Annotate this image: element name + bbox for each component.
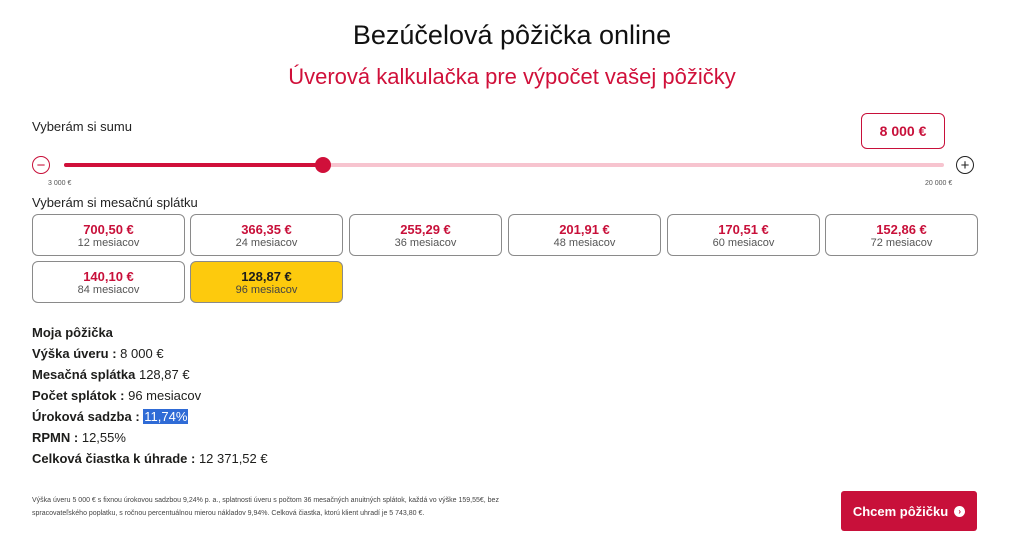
page-subtitle: Úverová kalkulačka pre výpočet vašej pôž… xyxy=(288,64,736,89)
payment-count-label: Počet splátok : xyxy=(32,388,125,403)
monthly-label: Vyberám si mesačnú splátku xyxy=(32,195,198,210)
payment-option[interactable]: 255,29 € 36 mesiacov xyxy=(349,214,502,256)
payment-option[interactable]: 700,50 € 12 mesiacov xyxy=(32,214,185,256)
chevron-right-circle-icon: › xyxy=(954,505,966,517)
payment-option[interactable]: 366,35 € 24 mesiacov xyxy=(190,214,343,256)
footnote-line: Výška úveru 5 000 € s fixnou úrokovou sa… xyxy=(32,497,499,504)
loan-amount-label: Výška úveru : xyxy=(32,346,117,361)
plus-circle-icon[interactable]: + xyxy=(956,156,974,174)
slider-fill xyxy=(64,163,323,167)
payment-months: 60 mesiacov xyxy=(712,237,775,249)
payment-amount: 170,51 € xyxy=(718,222,769,237)
total-value: 12 371,52 € xyxy=(198,451,268,466)
page-title: Bezúčelová pôžička online xyxy=(352,20,672,50)
payment-option[interactable]: 140,10 € 84 mesiacov xyxy=(32,261,185,303)
payment-amount: 366,35 € xyxy=(241,222,292,237)
monthly-payment-value: 128,87 € xyxy=(138,367,190,382)
payment-months: 96 mesiacov xyxy=(235,284,298,296)
rpmn-value: 12,55% xyxy=(81,430,126,445)
loan-amount-value: 8 000 € xyxy=(120,346,164,361)
sum-slider: − + xyxy=(32,152,978,180)
payment-amount: 128,87 € xyxy=(241,269,292,284)
minus-circle-icon[interactable]: − xyxy=(32,156,50,174)
slider-thumb[interactable] xyxy=(314,157,331,173)
apply-loan-button[interactable]: Chcem pôžičku › xyxy=(841,491,977,531)
monthly-payment-label: Mesačná splátka xyxy=(32,367,136,382)
rpmn-label: RPMN : xyxy=(32,430,79,445)
summary-heading: Moja pôžička xyxy=(32,325,113,340)
payment-months: 36 mesiacov xyxy=(394,237,457,249)
payment-months: 48 mesiacov xyxy=(553,237,616,249)
interest-rate-label: Úroková sadzba : xyxy=(32,409,140,424)
total-label: Celková čiastka k úhrade : xyxy=(32,451,196,466)
slider-min-label: 3 000 € xyxy=(48,180,72,187)
sum-label: Vyberám si sumu xyxy=(32,119,132,134)
payment-months: 84 mesiacov xyxy=(77,284,140,296)
slider-track[interactable] xyxy=(64,157,944,173)
payment-months: 72 mesiacov xyxy=(870,237,933,249)
footnote-line: spracovateľského poplatku, s ročnou perc… xyxy=(32,510,425,517)
sum-value-box[interactable]: 8 000 € xyxy=(861,113,945,149)
payment-months: 12 mesiacov xyxy=(77,237,140,249)
payment-amount: 152,86 € xyxy=(876,222,927,237)
payment-months: 24 mesiacov xyxy=(235,237,298,249)
payment-count-value: 96 mesiacov xyxy=(128,388,202,403)
loan-summary: Moja pôžička Výška úveru : 8 000 € Mesač… xyxy=(32,322,268,469)
slider-max-label: 20 000 € xyxy=(925,180,953,187)
apply-loan-label: Chcem pôžičku xyxy=(852,503,949,519)
payment-option[interactable]: 128,87 € 96 mesiacov xyxy=(190,261,343,303)
payment-option[interactable]: 152,86 € 72 mesiacov xyxy=(825,214,978,256)
payment-amount: 201,91 € xyxy=(559,222,610,237)
payment-amount: 140,10 € xyxy=(83,269,134,284)
payment-amount: 700,50 € xyxy=(83,222,134,237)
payment-option[interactable]: 170,51 € 60 mesiacov xyxy=(667,214,820,256)
legal-footnote: Výška úveru 5 000 € s fixnou úrokovou sa… xyxy=(32,494,612,520)
payment-option[interactable]: 201,91 € 48 mesiacov xyxy=(508,214,661,256)
interest-rate-value: 11,74% xyxy=(143,409,189,424)
payment-amount: 255,29 € xyxy=(400,222,451,237)
